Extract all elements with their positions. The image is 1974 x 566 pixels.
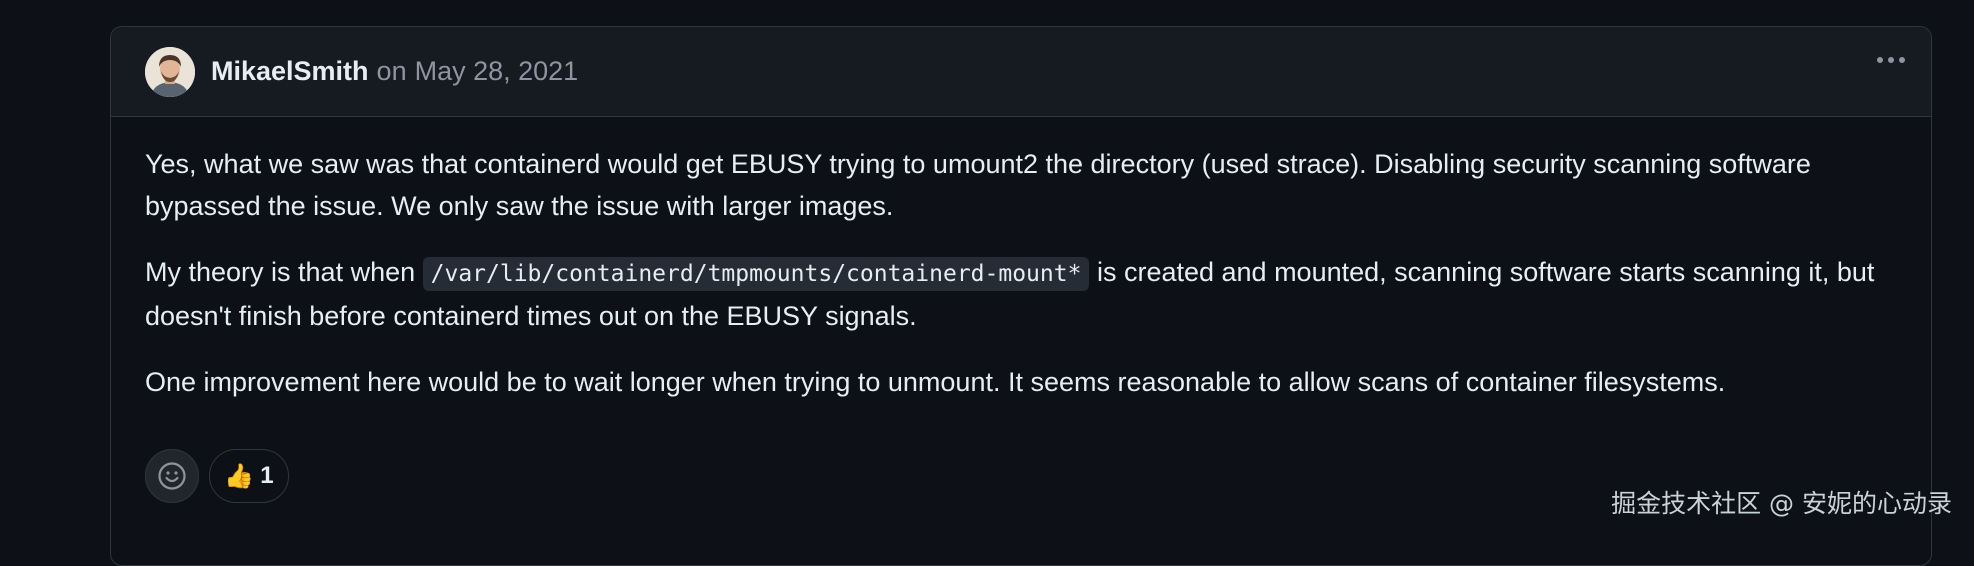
on-label: on [376,56,407,86]
thumbs-up-reaction-button[interactable]: 👍 1 [209,449,289,503]
inline-code-path: /var/lib/containerd/tmpmounts/containerd… [422,257,1090,291]
avatar[interactable] [145,46,195,97]
comment-body: Yes, what we saw was that containerd wou… [111,117,1931,403]
comment-header: MikaelSmith on May 28, 2021 [111,27,1931,117]
paragraph-2: My theory is that when /var/lib/containe… [145,251,1897,337]
paragraph-3: One improvement here would be to wait lo… [145,367,1726,397]
add-reaction-button[interactable] [145,449,199,503]
paragraph-2-start: My theory is that when [145,257,423,287]
reactions-bar: 👍 1 [145,449,289,503]
thumbs-up-count: 1 [260,462,274,489]
paragraph-1: Yes, what we saw was that containerd wou… [145,149,1811,221]
watermark: 掘金技术社区 @ 安妮的心动录 [1611,489,1952,518]
author-name[interactable]: MikaelSmith [211,56,369,87]
comment-date[interactable]: May 28, 2021 [415,56,579,87]
thumbs-up-icon: 👍 [224,462,255,490]
smiley-icon [158,462,186,490]
kebab-menu-icon[interactable] [1877,57,1905,63]
